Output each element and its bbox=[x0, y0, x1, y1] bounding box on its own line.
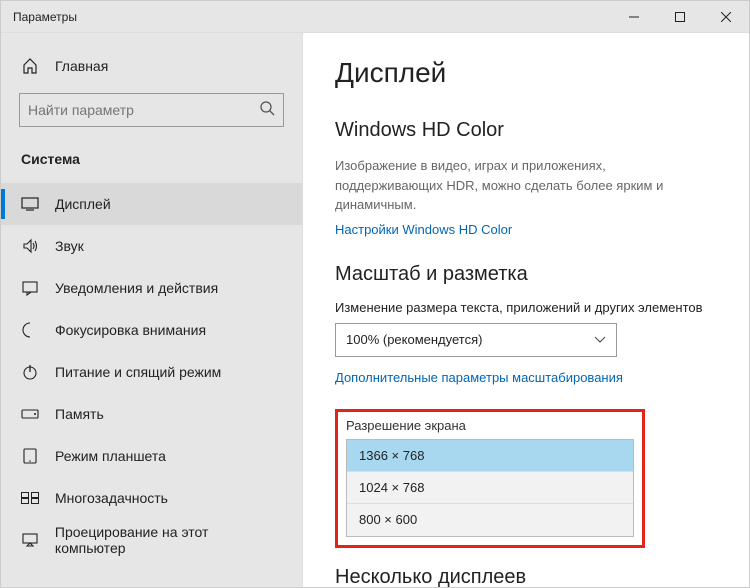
sidebar-item-display[interactable]: Дисплей bbox=[1, 183, 302, 225]
nav-list: Дисплей Звук Уведомления и действия Фоку… bbox=[1, 183, 302, 561]
sidebar-item-label: Многозадачность bbox=[55, 490, 168, 506]
sidebar-item-notifications[interactable]: Уведомления и действия bbox=[1, 267, 302, 309]
multitask-icon bbox=[21, 489, 39, 507]
section-title: Система bbox=[1, 145, 302, 183]
scale-value: 100% (рекомендуется) bbox=[346, 332, 482, 347]
resolution-options: 1366 × 768 1024 × 768 800 × 600 bbox=[346, 439, 634, 537]
chevron-down-icon bbox=[594, 332, 606, 347]
sidebar-item-tablet[interactable]: Режим планшета bbox=[1, 435, 302, 477]
search-input[interactable] bbox=[19, 93, 284, 127]
sidebar-item-storage[interactable]: Память bbox=[1, 393, 302, 435]
sidebar-item-multitask[interactable]: Многозадачность bbox=[1, 477, 302, 519]
sidebar-item-label: Уведомления и действия bbox=[55, 280, 218, 296]
sound-icon bbox=[21, 237, 39, 255]
scale-label: Изменение размера текста, приложений и д… bbox=[335, 300, 717, 315]
maximize-button[interactable] bbox=[657, 1, 703, 33]
project-icon bbox=[21, 531, 39, 549]
notification-icon bbox=[21, 279, 39, 297]
sidebar-item-label: Фокусировка внимания bbox=[55, 322, 206, 338]
window-title: Параметры bbox=[13, 10, 77, 24]
search-icon bbox=[259, 100, 275, 121]
sidebar-item-sound[interactable]: Звук bbox=[1, 225, 302, 267]
page-title: Дисплей bbox=[335, 57, 717, 89]
scale-heading: Масштаб и разметка bbox=[335, 263, 717, 286]
storage-icon bbox=[21, 405, 39, 423]
tablet-icon bbox=[21, 447, 39, 465]
resolution-option[interactable]: 1366 × 768 bbox=[347, 440, 633, 472]
hd-color-heading: Windows HD Color bbox=[335, 119, 717, 142]
search-field[interactable] bbox=[28, 102, 259, 118]
sidebar-item-label: Звук bbox=[55, 238, 84, 254]
hd-color-desc: Изображение в видео, играх и приложениях… bbox=[335, 156, 717, 215]
resolution-option[interactable]: 1024 × 768 bbox=[347, 472, 633, 504]
sidebar-item-focus[interactable]: Фокусировка внимания bbox=[1, 309, 302, 351]
sidebar-item-label: Питание и спящий режим bbox=[55, 364, 221, 380]
display-icon bbox=[21, 195, 39, 213]
focus-icon bbox=[21, 321, 39, 339]
sidebar-item-projecting[interactable]: Проецирование на этот компьютер bbox=[1, 519, 302, 561]
titlebar: Параметры bbox=[1, 1, 749, 33]
hd-color-link[interactable]: Настройки Windows HD Color bbox=[335, 222, 512, 237]
multi-display-heading: Несколько дисплеев bbox=[335, 566, 717, 588]
minimize-button[interactable] bbox=[611, 1, 657, 33]
sidebar-item-label: Проецирование на этот компьютер bbox=[55, 524, 282, 556]
scale-advanced-link[interactable]: Дополнительные параметры масштабирования bbox=[335, 370, 623, 385]
home-button[interactable]: Главная bbox=[1, 49, 302, 83]
sidebar: Главная Система Дисплей Звук Уведомления… bbox=[1, 33, 303, 587]
close-button[interactable] bbox=[703, 1, 749, 33]
sidebar-item-label: Режим планшета bbox=[55, 448, 166, 464]
scale-dropdown[interactable]: 100% (рекомендуется) bbox=[335, 323, 617, 357]
sidebar-item-power[interactable]: Питание и спящий режим bbox=[1, 351, 302, 393]
power-icon bbox=[21, 363, 39, 381]
sidebar-item-label: Дисплей bbox=[55, 196, 111, 212]
home-icon bbox=[21, 57, 39, 75]
resolution-highlight: Разрешение экрана 1366 × 768 1024 × 768 … bbox=[335, 409, 645, 548]
main-panel: Дисплей Windows HD Color Изображение в в… bbox=[303, 33, 749, 587]
home-label: Главная bbox=[55, 58, 108, 74]
resolution-label: Разрешение экрана bbox=[346, 418, 634, 433]
sidebar-item-label: Память bbox=[55, 406, 104, 422]
resolution-option[interactable]: 800 × 600 bbox=[347, 504, 633, 536]
